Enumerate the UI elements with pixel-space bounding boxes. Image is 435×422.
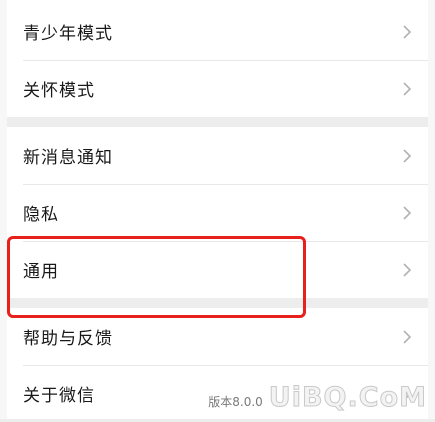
settings-item-label: 隐私 <box>23 205 59 225</box>
chevron-right-icon <box>403 262 412 277</box>
watermark-brand: UiBQ.CoM <box>268 382 427 414</box>
right-edge <box>428 0 435 419</box>
chevron-right-icon <box>403 24 412 39</box>
settings-item-privacy[interactable]: 隐私 <box>7 184 428 241</box>
settings-group-1: 青少年模式 关怀模式 <box>7 0 428 117</box>
settings-item-teen-mode[interactable]: 青少年模式 <box>7 3 428 60</box>
settings-item-notifications[interactable]: 新消息通知 <box>7 127 428 184</box>
settings-item-label: 青少年模式 <box>23 24 113 44</box>
settings-item-care-mode[interactable]: 关怀模式 <box>7 60 428 117</box>
left-edge <box>0 0 7 419</box>
chevron-right-icon <box>403 81 412 96</box>
chevron-right-icon <box>403 329 412 344</box>
settings-item-label: 帮助与反馈 <box>23 329 113 349</box>
settings-item-label: 新消息通知 <box>23 148 113 168</box>
watermark-sub: 版本8.0.0 <box>208 395 263 409</box>
settings-item-label: 关于微信 <box>23 386 95 406</box>
chevron-right-icon <box>403 205 412 220</box>
watermark: 版本8.0.0 UiBQ.CoM <box>208 382 427 414</box>
highlight-box <box>7 236 306 318</box>
settings-item-label: 关怀模式 <box>23 81 95 101</box>
chevron-right-icon <box>403 148 412 163</box>
